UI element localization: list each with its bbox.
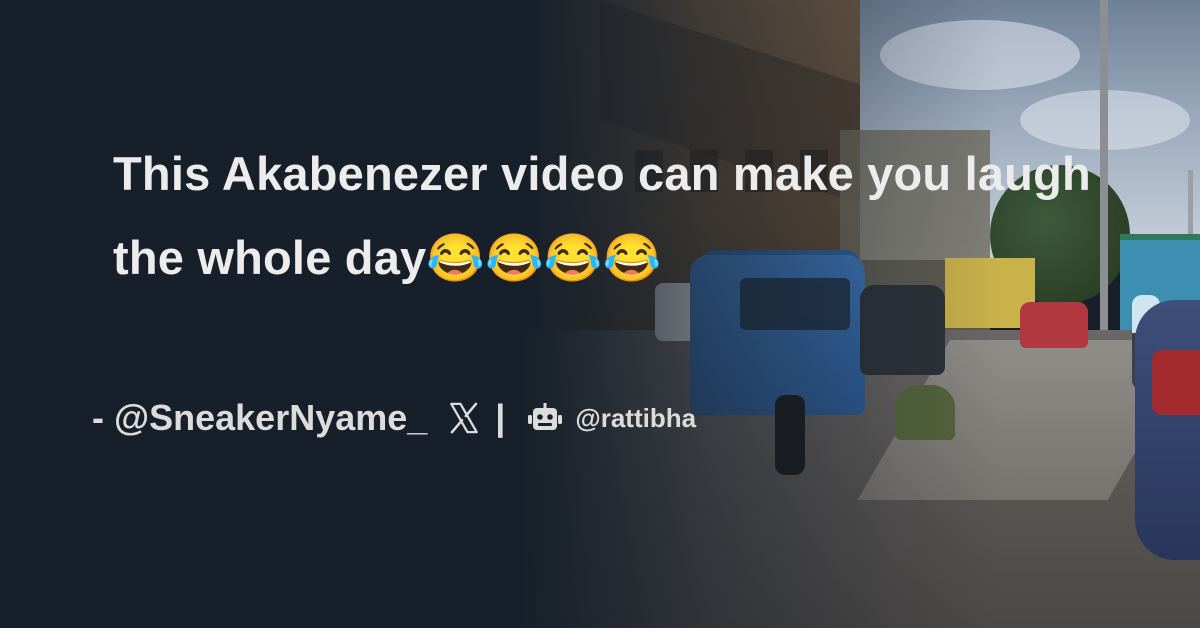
robot-icon xyxy=(527,402,563,434)
separator: | xyxy=(495,397,506,438)
card-content: This Akabenezer video can make you laugh… xyxy=(0,0,1200,628)
byline: - @SneakerNyame_ | @rattibha xyxy=(92,390,696,446)
author-prefix: - xyxy=(92,397,114,438)
post-title: This Akabenezer video can make you laugh… xyxy=(113,147,1091,284)
share-card: This Akabenezer video can make you laugh… xyxy=(0,0,1200,628)
author-handle[interactable]: @SneakerNyame_ xyxy=(114,397,427,439)
x-logo-icon xyxy=(447,401,481,435)
rattibha-credit[interactable]: @rattibha xyxy=(575,403,696,434)
